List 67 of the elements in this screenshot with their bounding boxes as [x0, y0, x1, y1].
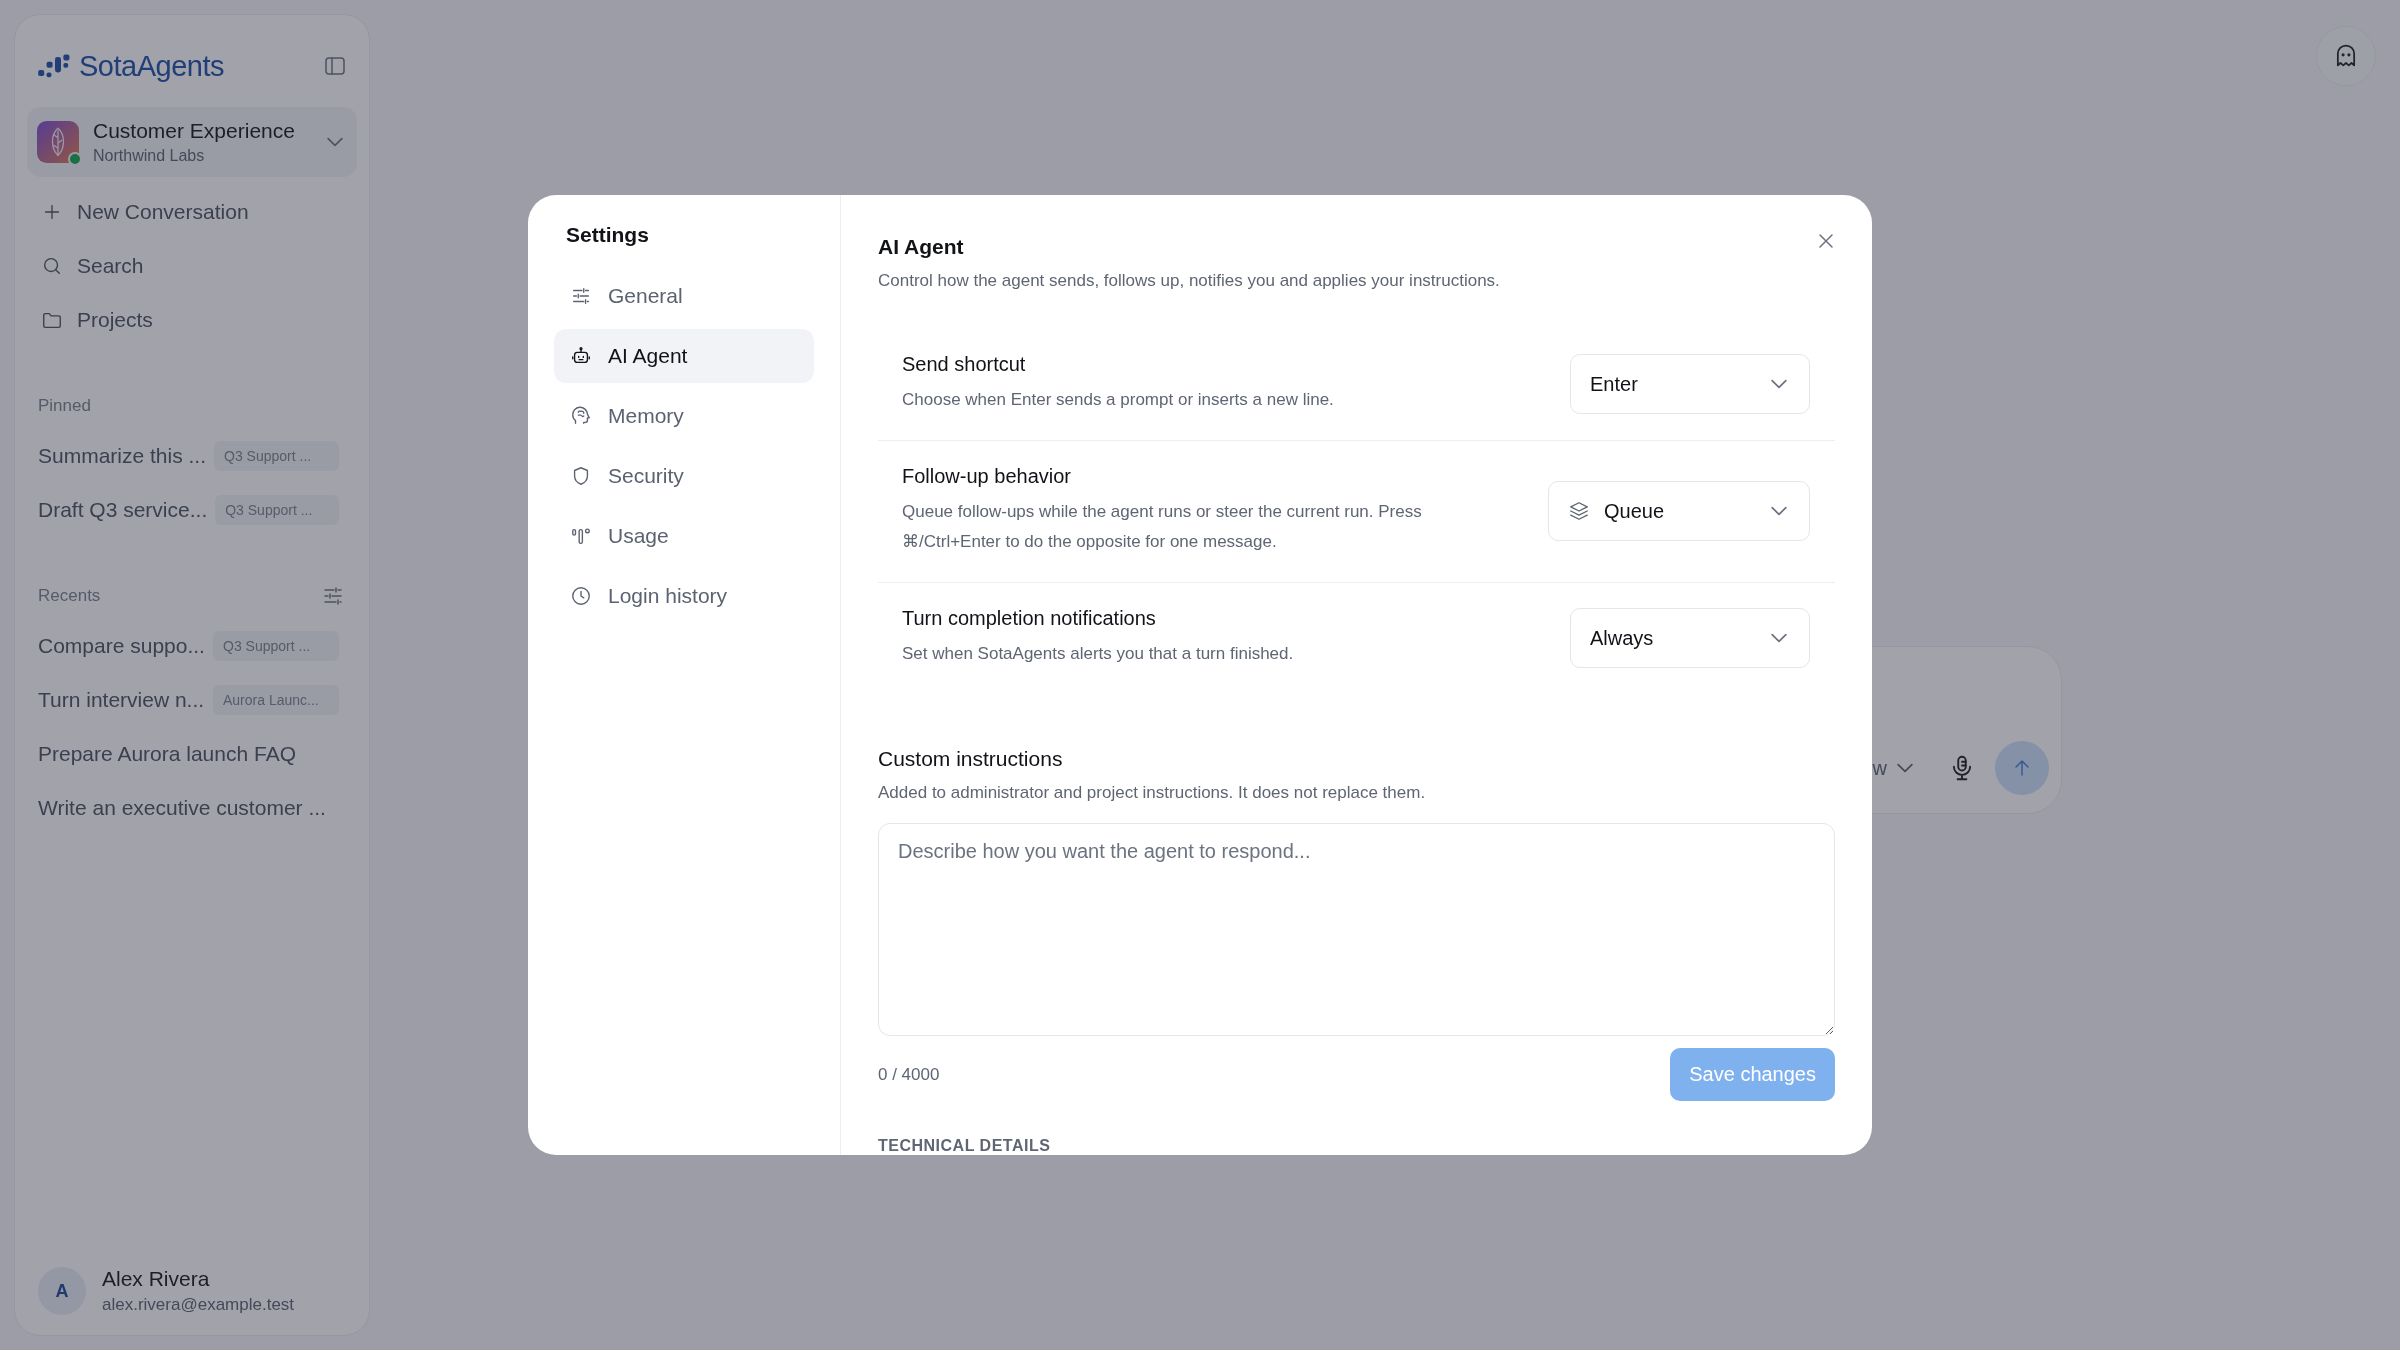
conversation-item[interactable]: Turn interview n... Aurora Launc...: [27, 673, 357, 727]
project-tag: Aurora Launc...: [213, 685, 339, 715]
setting-label: Follow-up behavior: [902, 464, 1072, 488]
conversation-item[interactable]: Draft Q3 service... Q3 Support ...: [27, 483, 357, 537]
dropdown[interactable]: Queue: [1548, 481, 1810, 542]
section-heading: TECHNICAL DETAILS: [878, 1137, 1052, 1155]
setting-label: Send shortcut: [902, 353, 1027, 376]
section-title: Custom instructions: [878, 747, 1063, 772]
head-icon: [570, 405, 592, 427]
conversation-title: Summarize this ...: [38, 444, 207, 468]
conversation-item[interactable]: Compare suppo... Q3 Support ...: [27, 619, 357, 673]
leaf-logo-icon: [37, 121, 79, 163]
setting-description: Set when SotaAgents alerts you that a turn finished.: [902, 642, 1294, 665]
chevron-icon: [1897, 763, 1913, 773]
dialog-title: Settings: [565, 223, 650, 247]
sidebar-item[interactable]: Search: [27, 239, 357, 293]
setting-description: Choose when Enter sends a prompt or inserts a new line.: [902, 389, 1334, 411]
settings-tab[interactable]: Security: [554, 449, 814, 503]
conversation-title: Prepare Aurora launch FAQ: [38, 742, 296, 766]
layers-icon: [1568, 500, 1590, 523]
settings-tab[interactable]: AI Agent: [554, 329, 814, 383]
section-title: AI Agent: [878, 235, 964, 259]
settings-tab[interactable]: Usage: [554, 509, 814, 563]
project-tag: Q3 Support ...: [215, 495, 339, 525]
settings-tab[interactable]: General: [554, 269, 814, 323]
user-email: alex.rivera@example.test: [102, 1295, 296, 1315]
sidebar-item[interactable]: New Conversation: [27, 185, 357, 239]
project-tag: Q3 Support ...: [213, 631, 339, 661]
section-heading: Recents: [38, 586, 101, 606]
chevron-icon: [1771, 379, 1787, 390]
workspace-switcher[interactable]: Customer Experience Northwind Labs: [27, 107, 357, 177]
sliders-icon: [570, 285, 592, 307]
chevron-icon: [1771, 633, 1787, 644]
conversation-item[interactable]: Prepare Aurora launch FAQ: [27, 727, 357, 781]
user-avatar: A: [38, 1267, 86, 1315]
setting-description: Queue follow-ups while the agent runs or steer the current run. Press ⌘/Ctrl+Enter to do the opposite for one message.: [902, 500, 1423, 554]
conversation-title: Turn interview n...: [38, 688, 205, 712]
search-icon: [41, 255, 63, 277]
project-tag: Q3 Support ...: [214, 441, 339, 471]
workspace-name: Customer Experience: [93, 119, 296, 143]
setting-label: Turn completion notifications: [902, 606, 1157, 630]
instructions-field[interactable]: Describe how you want the agent to respond...: [878, 823, 1835, 1036]
settings-tab[interactable]: Login history: [554, 569, 814, 623]
conversation-item[interactable]: Summarize this ... Q3 Support ...: [27, 429, 357, 483]
sidebar-item[interactable]: Projects: [27, 293, 357, 347]
mode-dropdown[interactable]: w: [1872, 756, 1913, 780]
settings-tab[interactable]: Memory: [554, 389, 814, 443]
conversation-title: Write an executive customer ...: [38, 796, 326, 820]
sliders-icon: [321, 584, 345, 608]
conversation-item[interactable]: Write an executive customer ...: [27, 781, 357, 835]
dropdown[interactable]: Enter: [1570, 354, 1810, 415]
brand-name: SotaAgents: [79, 49, 224, 83]
bars-icon: [570, 525, 592, 547]
conversation-title: Compare suppo...: [38, 634, 205, 658]
dropdown[interactable]: Always: [1570, 608, 1810, 669]
section-description: Added to administrator and project instructions. It does not replace them.: [878, 783, 1427, 804]
collapse-sidebar-button[interactable]: [323, 54, 347, 78]
clock-icon: [570, 585, 592, 607]
chevron-icon: [327, 137, 343, 147]
user-name: Alex Rivera: [102, 1267, 211, 1291]
panel-icon: [323, 54, 347, 78]
conversation-title: Draft Q3 service...: [38, 498, 208, 522]
organization-name: Northwind Labs: [93, 147, 206, 165]
section-description: Control how the agent sends, follows up, notifies you and applies your instructions.: [878, 271, 1501, 291]
character-counter: 0 / 4000: [878, 1064, 940, 1085]
chevron-icon: [1771, 506, 1787, 517]
section-heading: Pinned: [38, 396, 91, 416]
